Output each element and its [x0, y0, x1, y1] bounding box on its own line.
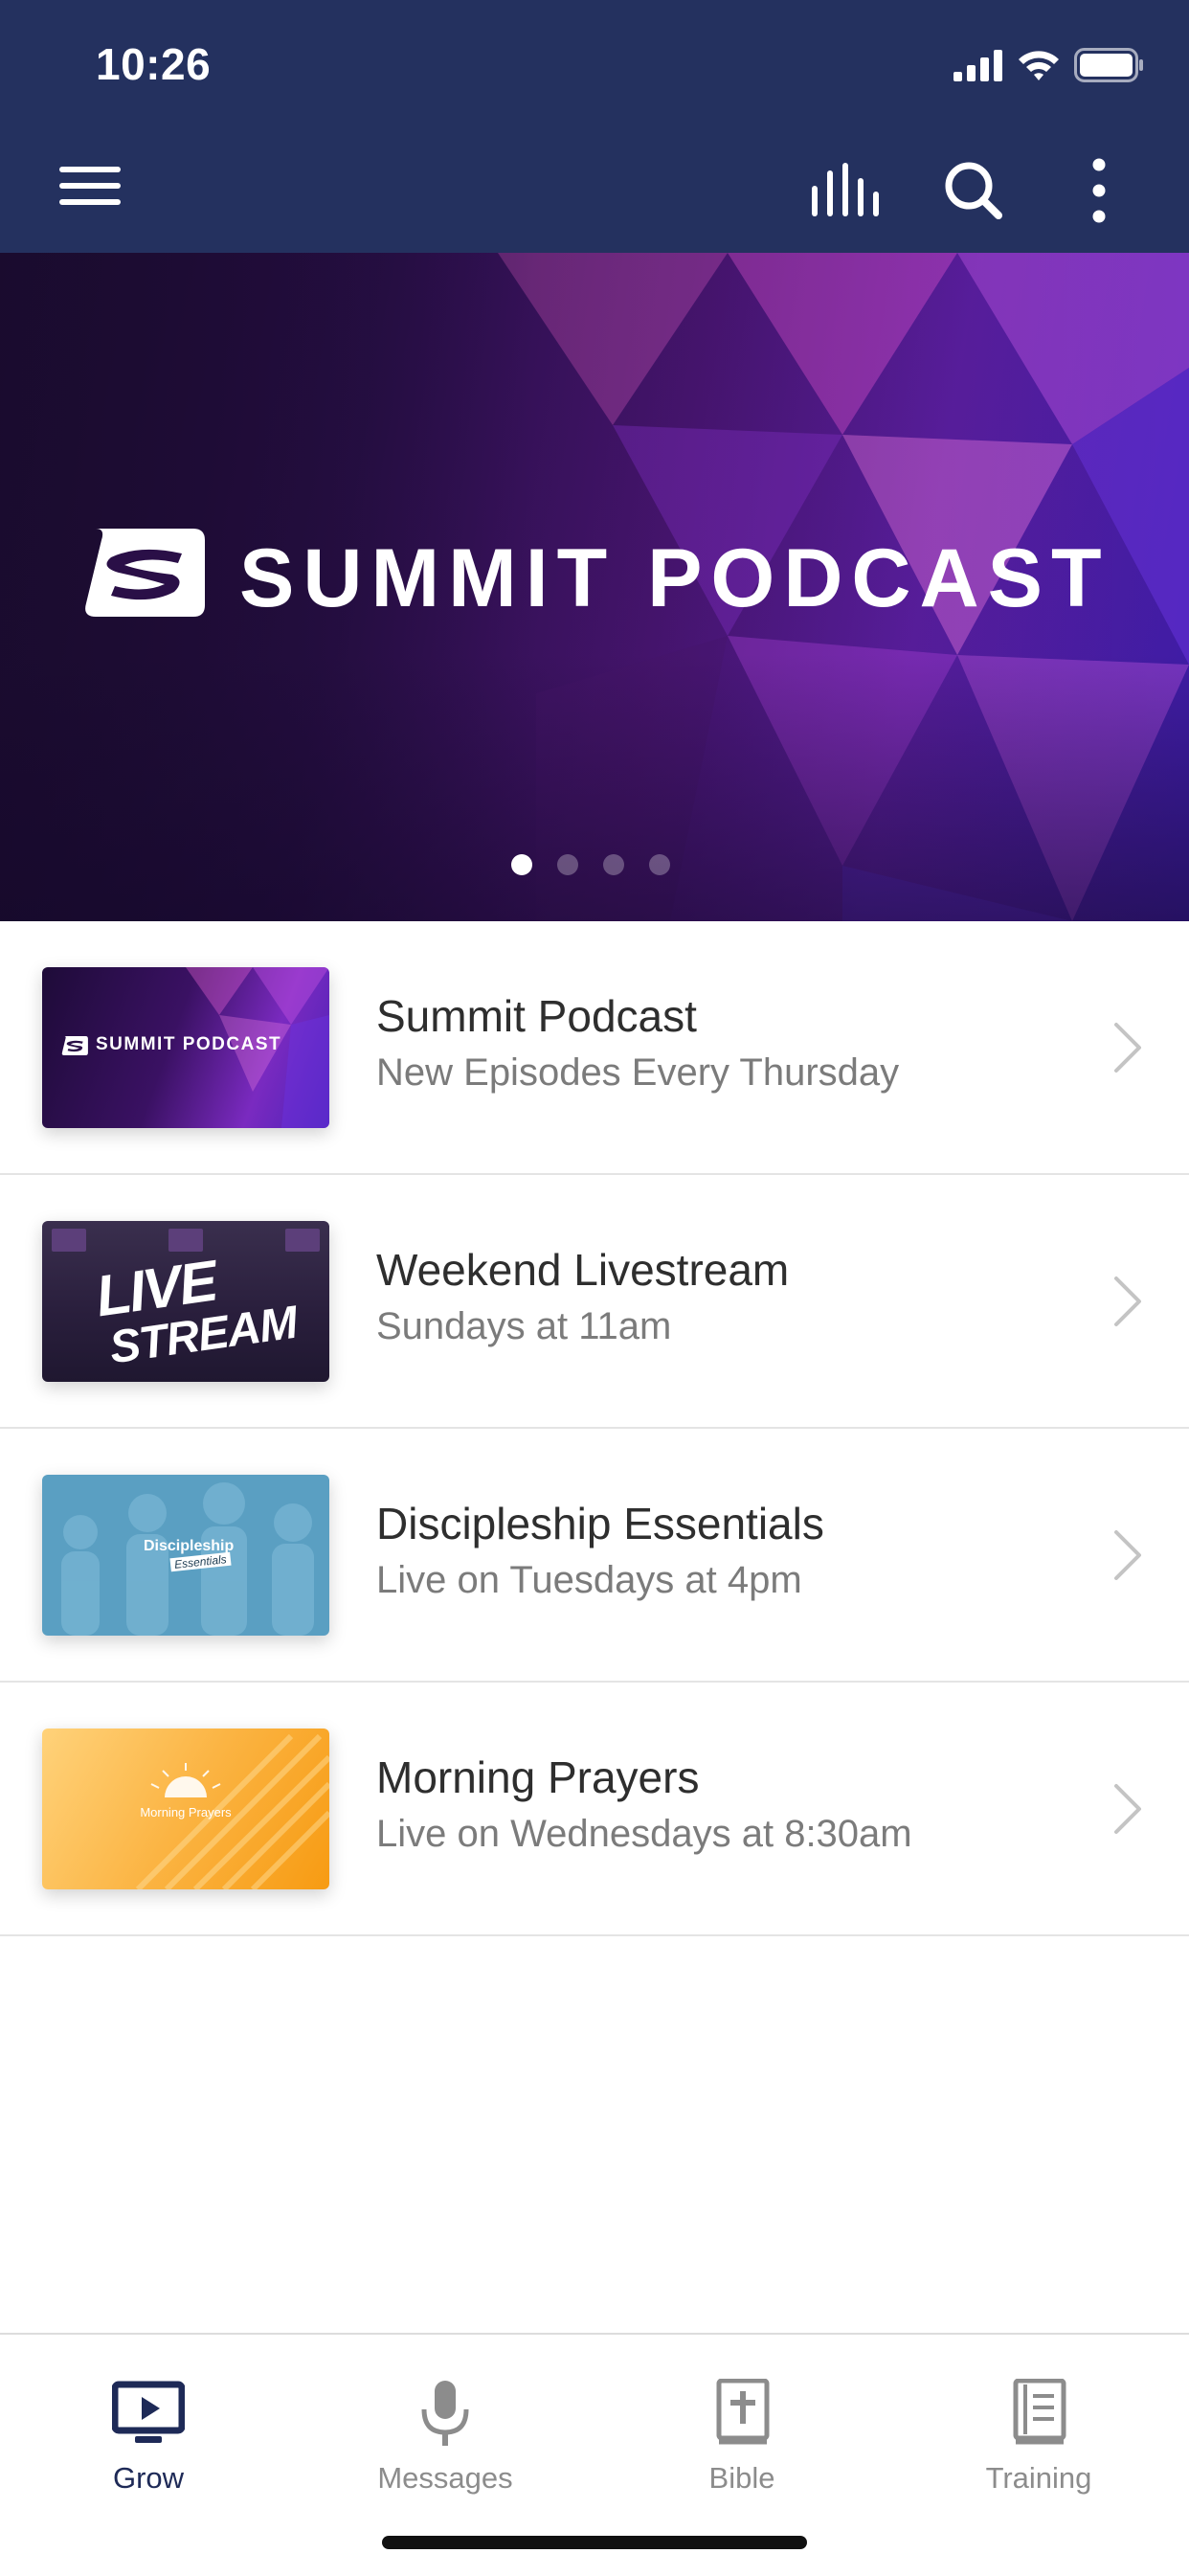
bible-icon: [716, 2379, 770, 2445]
search-icon: [945, 162, 1002, 219]
chevron-right-icon: [1114, 1530, 1141, 1580]
list-item-discipleship-essentials[interactable]: Discipleship Essentials Discipleship Ess…: [0, 1429, 1189, 1683]
top-bar: 10:26: [0, 0, 1189, 253]
content-list: SUMMIT PODCAST Summit Podcast New Episod…: [0, 921, 1189, 1936]
summit-logo-icon: [85, 529, 205, 617]
thumbnail-weekend-livestream: LIVE STREAM: [42, 1221, 329, 1382]
tab-label: Grow: [112, 2461, 185, 2495]
thumbnail-summit-podcast: SUMMIT PODCAST: [42, 967, 329, 1128]
thumbnail-screen-right: [285, 1229, 320, 1252]
audio-bars-button[interactable]: [810, 161, 881, 218]
item-subtitle: New Episodes Every Thursday: [376, 1051, 900, 1094]
search-button[interactable]: [944, 161, 1003, 220]
list-item-weekend-livestream[interactable]: LIVE STREAM Weekend Livestream Sundays a…: [0, 1175, 1189, 1429]
carousel-dot-3[interactable]: [603, 854, 624, 875]
carousel-dot-1[interactable]: [511, 854, 532, 875]
thumbnail-text: Morning Prayers: [140, 1805, 232, 1819]
tab-bible[interactable]: Bible: [594, 2356, 890, 2499]
tab-grow[interactable]: Grow: [0, 2356, 297, 2499]
hero-title: SUMMIT PODCAST: [239, 532, 1110, 624]
bars-icon: [812, 163, 879, 216]
tab-label: Bible: [708, 2461, 775, 2495]
tv-play-icon: [112, 2381, 185, 2443]
thumbnail-screen-left: [52, 1229, 86, 1252]
thumbnail-discipleship-essentials: Discipleship Essentials: [42, 1475, 329, 1636]
tab-label: Messages: [377, 2461, 513, 2495]
microphone-icon: [421, 2381, 469, 2446]
hamburger-icon-line: [59, 183, 121, 189]
thumbnail-art: [61, 1482, 314, 1636]
carousel-dot-2[interactable]: [557, 854, 578, 875]
item-subtitle: Sundays at 11am: [376, 1305, 672, 1347]
carousel-dots: [511, 854, 670, 875]
list-item-morning-prayers[interactable]: Morning Prayers Morning Prayers Live on …: [0, 1683, 1189, 1936]
item-title: Weekend Livestream: [376, 1245, 790, 1295]
chevron-right-icon: [1114, 1023, 1141, 1073]
menu-button[interactable]: [56, 161, 124, 211]
thumbnail-text: SUMMIT PODCAST: [96, 1034, 282, 1054]
chevron-right-icon: [1114, 1784, 1141, 1834]
cellular-signal-icon: [953, 50, 1002, 81]
more-vertical-icon: [1092, 158, 1106, 223]
home-indicator: [382, 2536, 807, 2549]
wifi-icon: [1019, 51, 1059, 80]
item-title: Summit Podcast: [376, 991, 697, 1041]
summit-logo-icon: [61, 1036, 88, 1055]
status-time: 10:26: [96, 39, 212, 89]
hamburger-icon-line: [59, 199, 121, 205]
chevron-right-icon: [1114, 1277, 1141, 1326]
battery-icon: [1074, 48, 1143, 82]
status-icons: [953, 46, 1145, 84]
tab-training[interactable]: Training: [890, 2356, 1187, 2499]
list-item-summit-podcast[interactable]: SUMMIT PODCAST Summit Podcast New Episod…: [0, 921, 1189, 1175]
carousel-dot-4[interactable]: [649, 854, 670, 875]
tab-messages[interactable]: Messages: [297, 2356, 594, 2499]
hero-banner[interactable]: SUMMIT PODCAST: [0, 253, 1189, 921]
item-title: Discipleship Essentials: [376, 1499, 824, 1548]
tab-label: Training: [985, 2461, 1092, 2495]
hamburger-icon: [59, 167, 121, 172]
item-subtitle: Live on Tuesdays at 4pm: [376, 1559, 802, 1601]
thumbnail-morning-prayers: Morning Prayers: [42, 1729, 329, 1889]
item-title: Morning Prayers: [376, 1752, 700, 1802]
more-options-button[interactable]: [1082, 157, 1116, 224]
book-icon: [1013, 2379, 1066, 2445]
item-subtitle: Live on Wednesdays at 8:30am: [376, 1813, 912, 1855]
